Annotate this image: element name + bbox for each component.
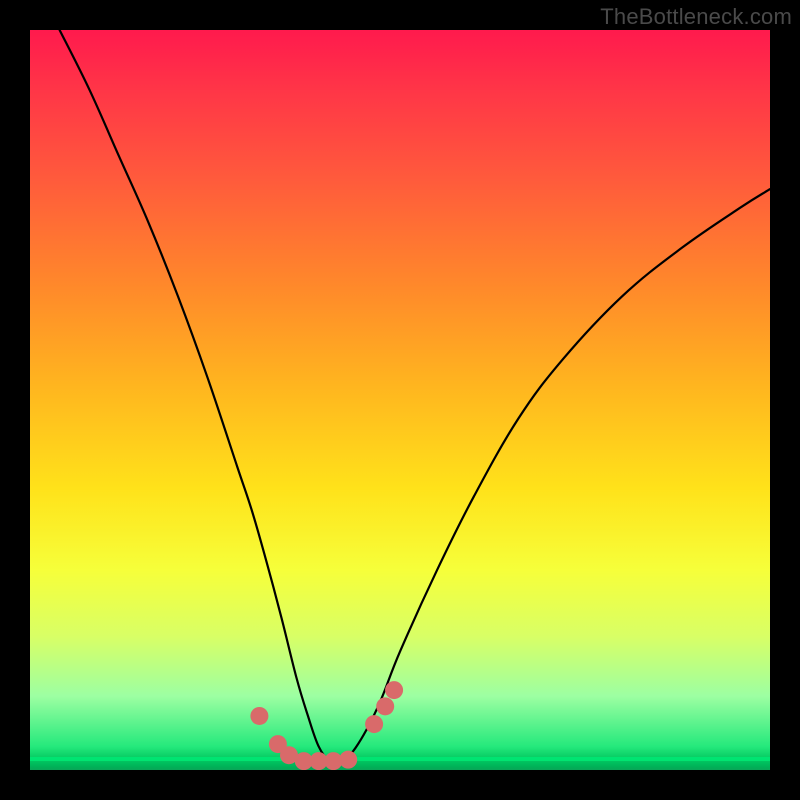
outer-frame: TheBottleneck.com bbox=[0, 0, 800, 800]
markers-layer bbox=[250, 681, 403, 770]
bottleneck-curve-path bbox=[60, 30, 770, 763]
watermark-text: TheBottleneck.com bbox=[600, 4, 792, 30]
curve-layer bbox=[60, 30, 770, 763]
plot-area bbox=[30, 30, 770, 770]
marker-dot bbox=[365, 715, 383, 733]
marker-dot bbox=[385, 681, 403, 699]
chart-svg bbox=[30, 30, 770, 770]
marker-dot bbox=[376, 697, 394, 715]
marker-dot bbox=[250, 707, 268, 725]
marker-dot bbox=[339, 751, 357, 769]
